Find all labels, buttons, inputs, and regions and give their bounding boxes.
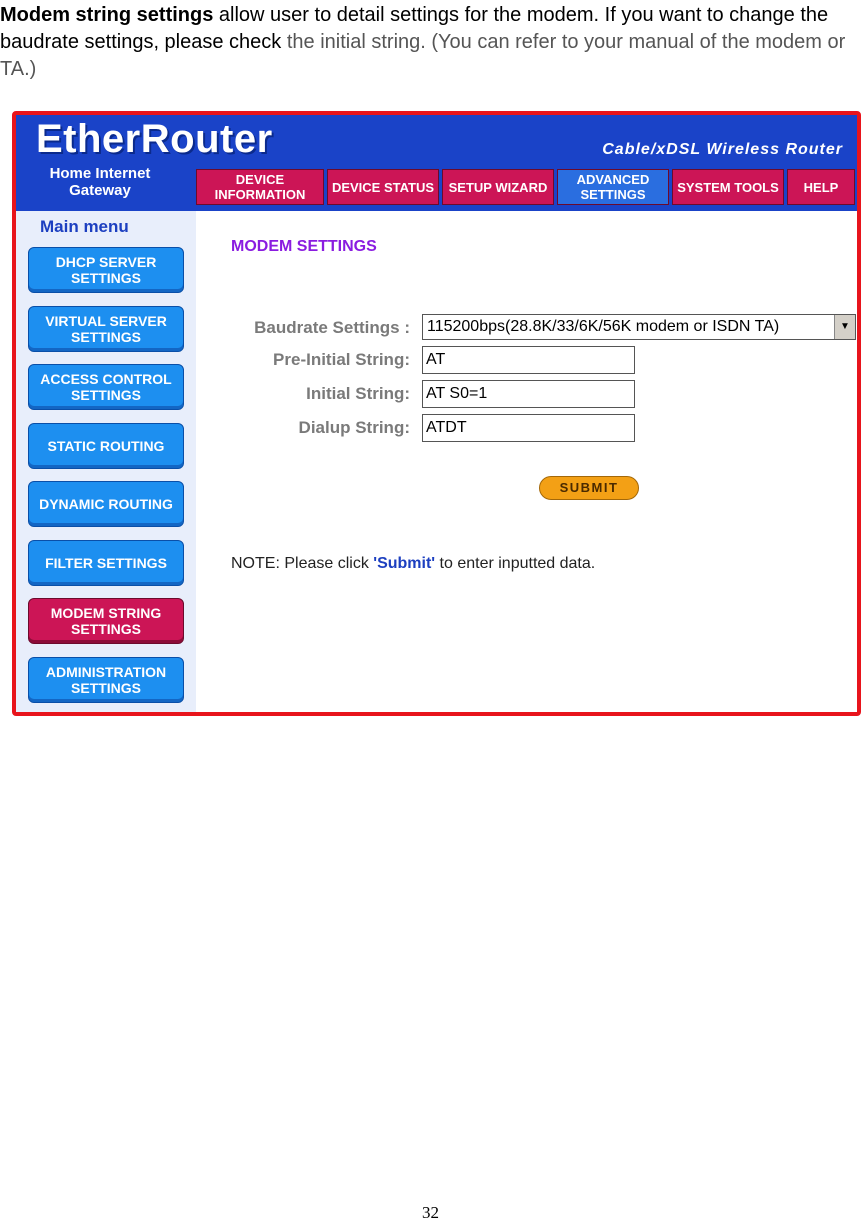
intro-paragraph: Modem string settings allow user to deta… xyxy=(0,2,861,83)
page-number: 32 xyxy=(422,1203,439,1222)
note-suffix: to enter inputted data. xyxy=(435,555,596,572)
main-content: MODEM SETTINGS Baudrate Settings : 11520… xyxy=(196,211,857,712)
tab-help[interactable]: HELP xyxy=(787,169,855,205)
initial-input[interactable]: AT S0=1 xyxy=(422,380,635,408)
initial-label: Initial String: xyxy=(306,384,410,403)
gateway-subtitle: Home Internet Gateway xyxy=(49,165,151,199)
sidebar-item-access-control[interactable]: ACCESS CONTROL SETTINGS xyxy=(28,364,184,410)
screenshot-frame: EtherRouter Home Internet Gateway Cable/… xyxy=(12,111,861,716)
brand-logo: EtherRouter xyxy=(36,117,273,161)
preinitial-input[interactable]: AT xyxy=(422,346,635,374)
tab-system-tools[interactable]: SYSTEM TOOLS xyxy=(672,169,784,205)
tab-device-information[interactable]: DEVICE INFORMATION xyxy=(196,169,324,205)
sidebar: Main menu DHCP SERVER SETTINGS VIRTUAL S… xyxy=(16,211,196,712)
sidebar-item-virtual-server[interactable]: VIRTUAL SERVER SETTINGS xyxy=(28,306,184,352)
intro-lead: Modem string settings xyxy=(0,4,214,26)
note-prefix: NOTE: Please click xyxy=(231,555,374,572)
dropdown-arrow-icon[interactable]: ▼ xyxy=(834,315,855,339)
baudrate-selected-value: 115200bps(28.8K/33/6K/56K modem or ISDN … xyxy=(427,318,780,335)
sidebar-item-modem-string[interactable]: MODEM STRING SETTINGS xyxy=(28,598,184,644)
sidebar-item-dhcp-server[interactable]: DHCP SERVER SETTINGS xyxy=(28,247,184,293)
sidebar-title: Main menu xyxy=(40,217,129,236)
baudrate-select[interactable]: 115200bps(28.8K/33/6K/56K modem or ISDN … xyxy=(422,314,856,340)
sidebar-item-filter-settings[interactable]: FILTER SETTINGS xyxy=(28,540,184,586)
note-text: NOTE: Please click 'Submit' to enter inp… xyxy=(231,555,595,573)
sidebar-item-administration[interactable]: ADMINISTRATION SETTINGS xyxy=(28,657,184,703)
tab-advanced-settings[interactable]: ADVANCED SETTINGS xyxy=(557,169,669,205)
baudrate-label: Baudrate Settings : xyxy=(254,318,410,337)
dialup-label: Dialup String: xyxy=(298,418,410,437)
sidebar-item-dynamic-routing[interactable]: DYNAMIC ROUTING xyxy=(28,481,184,527)
dialup-input[interactable]: ATDT xyxy=(422,414,635,442)
product-tagline: Cable/xDSL Wireless Router xyxy=(602,141,843,158)
tab-setup-wizard[interactable]: SETUP WIZARD xyxy=(442,169,554,205)
note-submit-quote: 'Submit' xyxy=(373,555,436,572)
router-header: EtherRouter Home Internet Gateway Cable/… xyxy=(16,115,857,211)
preinitial-label: Pre-Initial String: xyxy=(273,350,410,369)
submit-button[interactable]: SUBMIT xyxy=(539,476,639,500)
page-title: MODEM SETTINGS xyxy=(231,238,377,255)
sidebar-item-static-routing[interactable]: STATIC ROUTING xyxy=(28,423,184,469)
tab-device-status[interactable]: DEVICE STATUS xyxy=(327,169,439,205)
